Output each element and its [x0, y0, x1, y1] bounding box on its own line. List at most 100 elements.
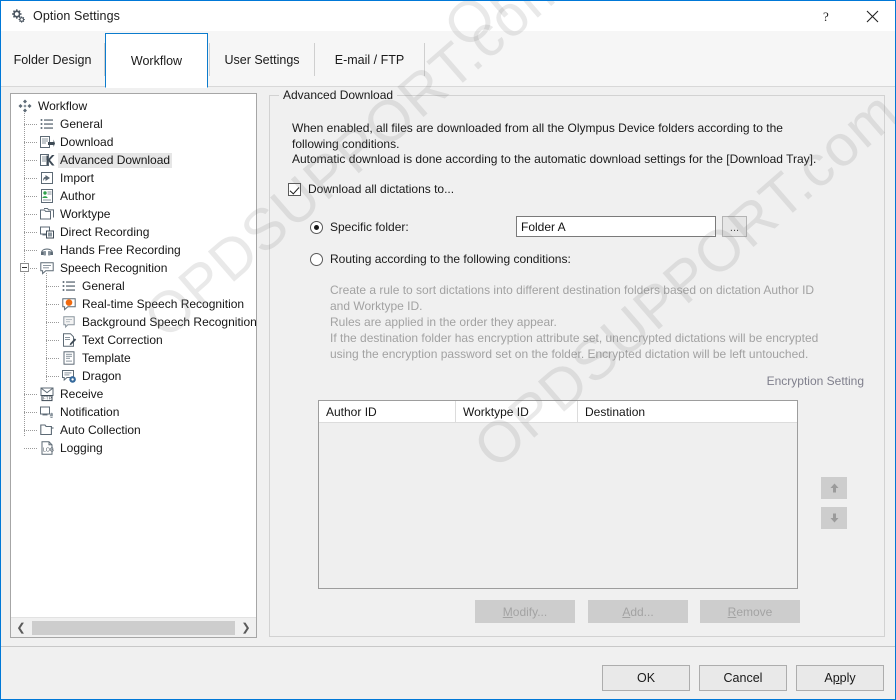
- tree-guide: [46, 358, 59, 359]
- tree-guide: [24, 448, 37, 449]
- ok-button[interactable]: OK: [602, 665, 690, 691]
- table-body: [319, 423, 797, 588]
- advanced-download-description: When enabled, all files are downloaded f…: [292, 121, 817, 166]
- routing-rules-table[interactable]: Author ID Worktype ID Destination: [318, 400, 798, 589]
- tree-item-background-speech-recognition[interactable]: Background Speech Recognition: [11, 313, 256, 331]
- tab-label: E-mail / FTP: [334, 52, 405, 67]
- tree-item-advanced-download[interactable]: Advanced Download: [11, 151, 173, 169]
- move-down-button[interactable]: [821, 507, 847, 529]
- tree-item-real-time-speech-recognition[interactable]: Real-time Speech Recognition: [11, 295, 246, 313]
- tree-item-receive[interactable]: FTP Receive: [11, 385, 105, 403]
- tree-item-label: Import: [60, 170, 95, 185]
- specific-folder-input[interactable]: Folder A: [516, 216, 716, 237]
- apply-button[interactable]: Apply: [796, 665, 884, 691]
- arrow-up-icon: [830, 483, 838, 493]
- tree-item-template[interactable]: Template: [11, 349, 133, 367]
- worktype-icon: [39, 206, 55, 222]
- arrow-down-icon: [830, 513, 838, 523]
- tree-item-text-correction[interactable]: Text Correction: [11, 331, 165, 349]
- column-header-author-id[interactable]: Author ID: [319, 401, 456, 423]
- tree-item-worktype[interactable]: Worktype: [11, 205, 112, 223]
- remove-label: Remove: [727, 604, 773, 619]
- tab-email-ftp[interactable]: E-mail / FTP: [315, 33, 424, 86]
- tree-item-general[interactable]: General: [11, 115, 105, 133]
- hands-free-icon: [39, 242, 55, 258]
- tree-horizontal-scrollbar[interactable]: ❮ ❯: [11, 617, 256, 637]
- tree-item-import[interactable]: Import: [11, 169, 96, 187]
- tree-item-auto-collection[interactable]: Auto Collection: [11, 421, 143, 439]
- tree-item-general[interactable]: General: [11, 277, 127, 295]
- column-header-destination[interactable]: Destination: [578, 401, 797, 423]
- tree-item-label: Speech Recognition: [60, 260, 168, 275]
- browse-folder-button[interactable]: ...: [722, 216, 747, 237]
- tree-guide: [24, 142, 37, 143]
- cancel-label: Cancel: [723, 671, 763, 685]
- modify-button[interactable]: Modify...: [475, 600, 575, 623]
- tree-item-dragon[interactable]: Dragon: [11, 367, 123, 385]
- radio-dot: [310, 220, 323, 234]
- tab-workflow[interactable]: Workflow: [105, 33, 208, 88]
- move-up-button[interactable]: [821, 477, 847, 499]
- download-all-checkbox[interactable]: Download all dictations to...: [288, 182, 454, 196]
- column-header-label: Author ID: [326, 405, 377, 419]
- tree-item-notification[interactable]: Notification: [11, 403, 121, 421]
- tree-item-hands-free-recording[interactable]: Hands Free Recording: [11, 241, 183, 259]
- tree-item-label: Dragon: [82, 368, 122, 383]
- scroll-thumb[interactable]: [32, 620, 235, 635]
- settings-tree[interactable]: Workflow General Download Advanced Download…: [10, 93, 257, 638]
- window-controls: ?: [804, 1, 895, 31]
- tree-item-label: Auto Collection: [60, 422, 141, 437]
- tree-guide: [24, 250, 37, 251]
- add-button[interactable]: Add...: [588, 600, 688, 623]
- dialog-body: Workflow General Download Advanced Download…: [1, 87, 895, 646]
- title-bar: Option Settings ?: [1, 1, 895, 31]
- encryption-setting-link[interactable]: Encryption Setting: [270, 374, 864, 388]
- tab-folder-design[interactable]: Folder Design: [1, 33, 104, 86]
- tree-item-label: Author: [60, 188, 96, 203]
- tab-user-settings[interactable]: User Settings: [210, 33, 314, 86]
- tree-guide: [24, 430, 37, 431]
- tree-guide: [24, 232, 37, 233]
- tree-guide: [24, 412, 37, 413]
- tree-guide: [46, 304, 59, 305]
- folder-value: Folder A: [521, 219, 566, 234]
- template-icon: [61, 350, 77, 366]
- specific-folder-radio[interactable]: Specific folder:: [310, 220, 409, 234]
- tree-item-label: Workflow: [38, 98, 88, 113]
- tree-guide: [24, 214, 37, 215]
- tree-item-workflow[interactable]: Workflow: [11, 97, 89, 115]
- tree-item-label: Worktype: [60, 206, 111, 221]
- tree-item-direct-recording[interactable]: Direct Recording: [11, 223, 151, 241]
- tree-item-download[interactable]: Download: [11, 133, 115, 151]
- tab-label: Workflow: [130, 53, 183, 68]
- tree-item-label: Background Speech Recognition: [82, 314, 256, 329]
- tree-item-label: Real-time Speech Recognition: [82, 296, 245, 311]
- close-button[interactable]: [849, 1, 895, 31]
- tree-guide: [46, 376, 59, 377]
- logging-icon: LOG: [39, 440, 55, 456]
- tree-guide: [24, 124, 37, 125]
- remove-button[interactable]: Remove: [700, 600, 800, 623]
- download-icon: [39, 134, 55, 150]
- tree-expander-collapse-icon[interactable]: [20, 263, 29, 272]
- routing-radio[interactable]: Routing according to the following condi…: [310, 252, 571, 266]
- specific-folder-label: Specific folder:: [330, 220, 409, 234]
- scroll-right-icon[interactable]: ❯: [236, 618, 256, 638]
- tree-guide: [46, 322, 59, 323]
- list-icon: [61, 278, 77, 294]
- table-header-row: Author ID Worktype ID Destination: [319, 401, 797, 423]
- column-header-worktype-id[interactable]: Worktype ID: [456, 401, 578, 423]
- tree-item-label: Hands Free Recording: [60, 242, 181, 257]
- help-button[interactable]: ?: [804, 1, 849, 31]
- tree-item-speech-recognition[interactable]: Speech Recognition: [11, 259, 169, 277]
- tree-item-logging[interactable]: LOG Logging: [11, 439, 105, 457]
- tree-guide: [24, 160, 37, 161]
- tab-label: Folder Design: [13, 52, 92, 67]
- dragon-icon: [61, 368, 77, 384]
- routing-label: Routing according to the following condi…: [330, 252, 571, 266]
- tree-item-author[interactable]: Author: [11, 187, 97, 205]
- cancel-button[interactable]: Cancel: [699, 665, 787, 691]
- scroll-left-icon[interactable]: ❮: [11, 618, 31, 638]
- routing-description: Create a rule to sort dictations into di…: [330, 283, 819, 361]
- group-title: Advanced Download: [279, 88, 398, 102]
